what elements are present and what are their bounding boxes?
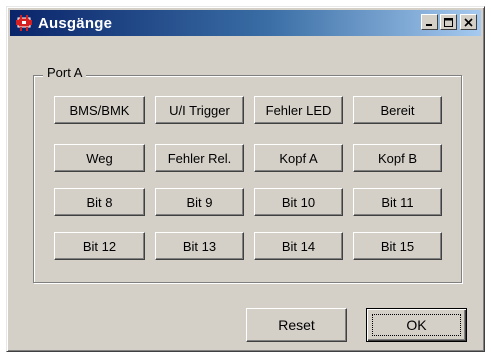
output-button-fehler-rel[interactable]: Fehler Rel. [155,144,244,172]
output-button-bit-13[interactable]: Bit 13 [155,232,244,260]
minimize-icon [426,23,432,26]
output-button-bit-12[interactable]: Bit 12 [54,232,145,260]
red-connector-app-icon[interactable] [14,13,34,33]
close-button[interactable] [460,14,477,30]
window-title: Ausgänge [38,14,113,32]
window-controls [419,14,477,30]
output-button-bereit[interactable]: Bereit [353,96,442,124]
output-button-bit-9[interactable]: Bit 9 [155,188,244,216]
reset-button[interactable]: Reset [246,308,347,342]
output-button-bit-8[interactable]: Bit 8 [54,188,145,216]
output-button-bit-11[interactable]: Bit 11 [353,188,442,216]
close-icon [464,17,473,27]
maximize-button[interactable] [440,14,457,30]
output-button-kopf-b[interactable]: Kopf B [353,144,442,172]
output-button-bit-10[interactable]: Bit 10 [254,188,343,216]
ok-button-label: OK [406,317,427,333]
maximize-icon [444,17,453,27]
output-button-bms-bmk[interactable]: BMS/BMK [54,96,145,124]
output-button-weg[interactable]: Weg [54,144,145,172]
output-button-bit-15[interactable]: Bit 15 [353,232,442,260]
output-button-ui-trigger[interactable]: U/I Trigger [155,96,244,124]
minimize-button[interactable] [421,14,438,30]
ok-button[interactable]: OK [366,308,467,342]
output-button-bit-14[interactable]: Bit 14 [254,232,343,260]
dialog-window: Ausgänge Port A BMS/BMK U/I Trigger Fehl… [6,6,485,352]
title-bar[interactable]: Ausgänge [10,10,481,36]
port-a-label: Port A [43,65,87,80]
output-button-kopf-a[interactable]: Kopf A [254,144,343,172]
output-button-fehler-led[interactable]: Fehler LED [254,96,343,124]
